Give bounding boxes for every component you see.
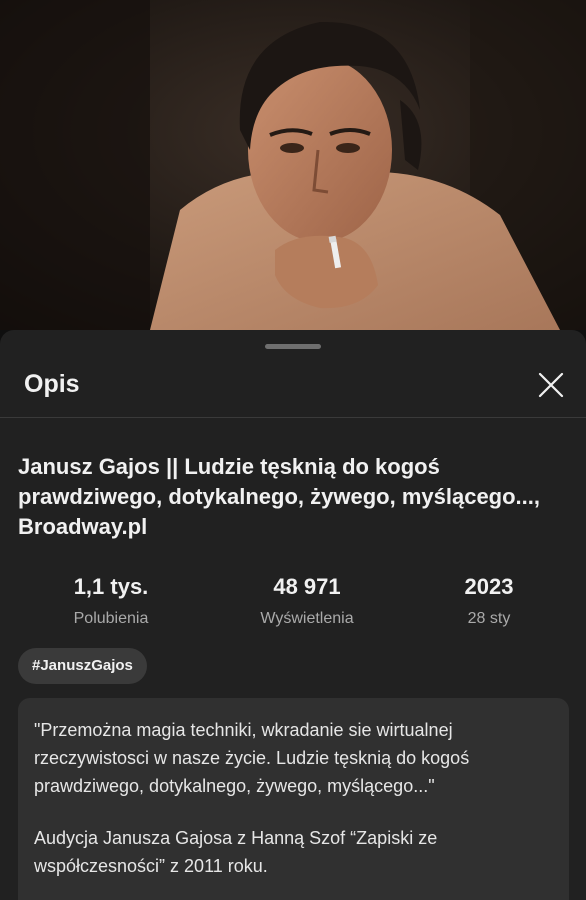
views-stat: 48 971 Wyświetlenia — [212, 574, 402, 628]
close-icon — [538, 372, 564, 398]
views-label: Wyświetlenia — [260, 610, 354, 627]
likes-label: Polubienia — [73, 610, 149, 627]
drag-handle[interactable] — [265, 344, 321, 349]
video-stats: 1,1 tys. Polubienia 48 971 Wyświetlenia … — [0, 574, 586, 634]
panel-header: Opis — [0, 352, 586, 418]
close-button[interactable] — [532, 366, 570, 404]
views-count: 48 971 — [273, 574, 341, 599]
video-title: Janusz Gajos || Ludzie tęsknią do kogoś … — [18, 454, 541, 539]
panel-title: Opis — [24, 370, 80, 398]
likes-stat: 1,1 tys. Polubienia — [16, 574, 206, 628]
hashtag-chip[interactable]: #JanuszGajos — [18, 648, 147, 684]
description-paragraph: Audycja Janusza Gajosa z Hanną Szof “Zap… — [34, 828, 438, 876]
likes-count: 1,1 tys. — [73, 574, 149, 599]
description-panel: Opis Janusz Gajos || Ludzie tęsknią do k… — [0, 330, 586, 900]
publish-date: 28 sty — [467, 610, 511, 627]
publish-year: 2023 — [464, 574, 514, 599]
video-thumbnail — [0, 0, 586, 330]
video-player[interactable] — [0, 0, 586, 330]
description-box[interactable]: "Przemożna magia techniki, wkradanie sie… — [18, 698, 569, 900]
date-stat: 2023 28 sty — [394, 574, 584, 628]
description-paragraph: "Przemożna magia techniki, wkradanie sie… — [34, 720, 470, 796]
